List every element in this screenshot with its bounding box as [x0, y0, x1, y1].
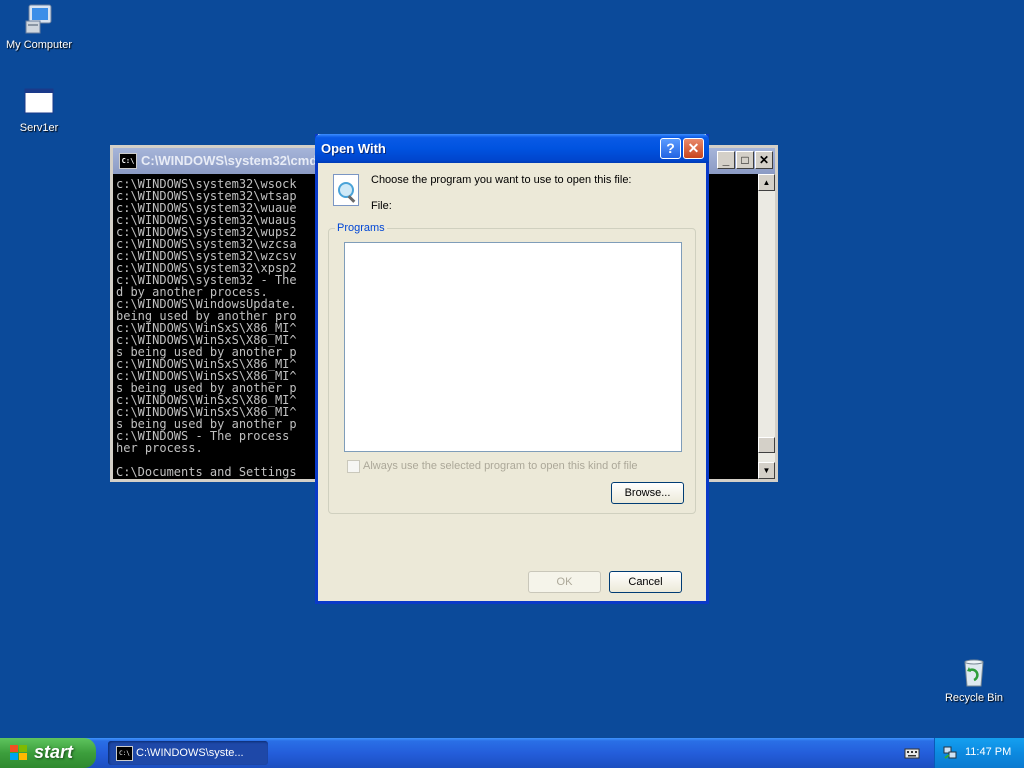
desktop-icon-label: Serv1er: [19, 122, 59, 134]
desktop-icon-my-computer[interactable]: My Computer: [0, 3, 79, 51]
always-use-checkbox: [347, 460, 360, 473]
dialog-title: Open With: [321, 141, 386, 156]
programs-groupbox: Programs Always use the selected program…: [328, 222, 696, 514]
console-scrollbar[interactable]: ▲ ▼: [758, 174, 775, 479]
minimize-button[interactable]: _: [717, 151, 735, 169]
always-use-label: Always use the selected program to open …: [363, 460, 638, 472]
computer-icon: [23, 3, 55, 35]
programs-legend: Programs: [335, 222, 387, 234]
file-label: File:: [371, 200, 392, 212]
scroll-up-arrow-icon[interactable]: ▲: [758, 174, 775, 191]
scroll-thumb[interactable]: [758, 437, 775, 453]
windows-logo-icon: [10, 745, 28, 761]
close-button[interactable]: ✕: [683, 138, 704, 159]
start-button[interactable]: start: [0, 738, 96, 768]
clock[interactable]: 11:47 PM: [965, 746, 1011, 758]
programs-list[interactable]: [344, 242, 682, 452]
dialog-titlebar[interactable]: Open With ? ✕: [315, 134, 709, 163]
desktop-icon-label: Recycle Bin: [944, 692, 1004, 704]
keyboard-icon[interactable]: [904, 746, 920, 760]
cancel-button[interactable]: Cancel: [609, 571, 682, 593]
start-label: start: [34, 742, 74, 762]
open-with-dialog[interactable]: Open With ? ✕ Choose the program you wan…: [315, 134, 709, 604]
close-button[interactable]: ✕: [755, 151, 773, 169]
browse-button[interactable]: Browse...: [611, 482, 684, 504]
taskbar-item-console[interactable]: C:\ C:\WINDOWS\syste...: [108, 741, 268, 765]
console-icon: C:\: [119, 153, 137, 169]
taskbar-item-label: C:\WINDOWS\syste...: [136, 747, 244, 759]
desktop-icon-server[interactable]: Serv1er: [0, 86, 79, 134]
help-button[interactable]: ?: [660, 138, 681, 159]
maximize-button[interactable]: □: [736, 151, 754, 169]
console-icon: C:\: [116, 746, 133, 761]
desktop-icon-label: My Computer: [5, 39, 73, 51]
network-icon[interactable]: [943, 746, 957, 760]
taskbar: start C:\ C:\WINDOWS\syste... 11:47 PM: [0, 738, 1024, 768]
scroll-down-arrow-icon[interactable]: ▼: [758, 462, 775, 479]
file-search-icon: [333, 174, 359, 206]
desktop-icon-recycle-bin[interactable]: Recycle Bin: [934, 656, 1014, 704]
console-title: C:\WINDOWS\system32\cmd: [141, 153, 318, 168]
instruction-text: Choose the program you want to use to op…: [371, 174, 632, 186]
ok-button: OK: [528, 571, 601, 593]
window-file-icon: [23, 86, 55, 118]
system-tray: 11:47 PM: [934, 738, 1024, 768]
recycle-bin-icon: [958, 656, 990, 688]
